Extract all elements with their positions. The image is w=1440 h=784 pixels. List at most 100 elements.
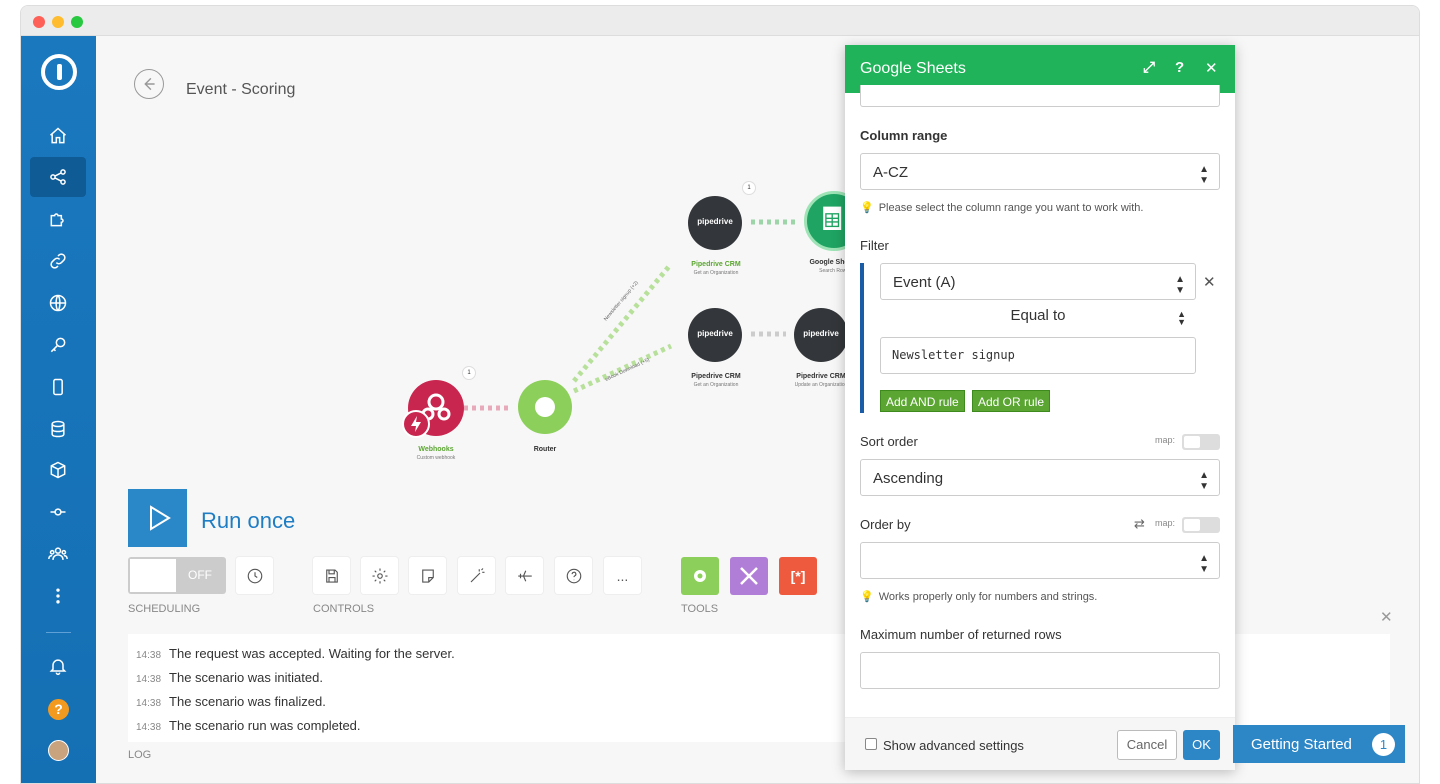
order-by-label: Order by: [860, 517, 911, 532]
cancel-button[interactable]: Cancel: [1117, 730, 1177, 760]
scenarios-icon[interactable]: [30, 157, 86, 197]
count-bubble: 1: [742, 181, 756, 195]
clock-icon[interactable]: [236, 557, 273, 594]
pipedrive-top-sub: Get an Organization: [693, 270, 739, 276]
globe-icon[interactable]: [30, 283, 86, 323]
magic-wand-icon[interactable]: [458, 557, 495, 594]
more-vertical-icon[interactable]: [30, 576, 86, 616]
map-label: map:: [1155, 518, 1176, 528]
column-range-hint: 💡 Please select the column range you want…: [860, 202, 1144, 214]
minimize-window-button[interactable]: [52, 16, 64, 28]
panel-title: Google Sheets: [860, 60, 966, 77]
column-range-label: Column range: [860, 128, 948, 143]
expand-icon[interactable]: ⤢: [1143, 59, 1155, 76]
log-label: LOG: [128, 749, 152, 761]
router-label: Router: [533, 446, 557, 453]
more-icon[interactable]: ...: [604, 557, 641, 594]
advanced-settings-checkbox[interactable]: [865, 738, 877, 750]
remove-filter-icon[interactable]: ✕: [1203, 273, 1216, 291]
airplane-icon[interactable]: [506, 557, 543, 594]
pipedrive-mid-sub: Get an Organization: [693, 382, 739, 388]
webhooks-sub: Custom webhook: [416, 455, 456, 461]
titlebar: [21, 6, 1419, 36]
log-entry: 14:38 The scenario run was completed.: [136, 718, 361, 733]
help-icon[interactable]: ?: [1175, 59, 1184, 76]
pipedrive-mid-label: Pipedrive CRM: [691, 373, 741, 380]
notes-icon[interactable]: [409, 557, 446, 594]
team-icon[interactable]: [30, 534, 86, 574]
bell-icon[interactable]: [30, 646, 86, 686]
puzzle-icon[interactable]: [30, 199, 86, 239]
router-node[interactable]: [518, 380, 572, 434]
route-label-1: Newsletter signup (+2): [603, 280, 640, 323]
getting-started-label: Getting Started: [1251, 736, 1352, 753]
webhooks-label: Webhooks: [418, 446, 454, 453]
log-close-icon[interactable]: ✕: [1380, 608, 1393, 626]
filter-label: Filter: [860, 238, 889, 253]
panel-footer: Show advanced settings Cancel OK: [845, 717, 1235, 770]
mobile-icon[interactable]: [30, 367, 86, 407]
filter-operator-select[interactable]: Equal to ▲ ▼: [880, 307, 1196, 329]
settings-gear-icon[interactable]: [361, 557, 398, 594]
controls-label: CONTROLS: [313, 603, 375, 615]
toggle-state: OFF: [188, 568, 212, 582]
link-icon[interactable]: [30, 241, 86, 281]
filter-field-select[interactable]: Event (A) ▲ ▼: [880, 263, 1196, 300]
route-label-2: eBook Download (+5): [604, 357, 651, 383]
log-entry: 14:38 The scenario was initiated.: [136, 670, 323, 685]
play-icon: [149, 505, 171, 531]
add-and-rule-button[interactable]: Add AND rule: [880, 390, 965, 412]
sort-order-label: Sort order: [860, 434, 918, 449]
refresh-icon[interactable]: ⇄: [1134, 516, 1145, 532]
home-icon[interactable]: [30, 116, 86, 156]
sidebar-divider: [46, 632, 71, 633]
filter-group-bar: [860, 263, 864, 413]
column-range-select[interactable]: A-CZ ▲ ▼: [860, 153, 1220, 190]
scheduling-label: SCHEDULING: [128, 603, 201, 615]
devices-icon[interactable]: [30, 492, 86, 532]
maximize-window-button[interactable]: [71, 16, 83, 28]
sidebar: ?: [21, 36, 96, 783]
sort-map-toggle[interactable]: [1182, 434, 1220, 450]
order-by-select[interactable]: ▲ ▼: [860, 542, 1220, 579]
add-or-rule-button[interactable]: Add OR rule: [972, 390, 1051, 412]
close-icon[interactable]: ✕: [1205, 59, 1218, 77]
module-settings-panel: Google Sheets ⤢ ? ✕ Column range A-CZ ▲ ▼ …: [845, 45, 1235, 770]
tools-label: TOOLS: [681, 603, 719, 615]
instant-trigger-icon: [402, 410, 430, 438]
getting-started-button[interactable]: Getting Started 1: [1233, 725, 1405, 763]
close-window-button[interactable]: [33, 16, 45, 28]
advanced-settings-label[interactable]: Show advanced settings: [883, 738, 1024, 753]
pipedrive-node-top[interactable]: pipedrive: [688, 196, 742, 250]
help-icon[interactable]: ?: [48, 699, 69, 720]
database-icon[interactable]: [30, 409, 86, 449]
flow-control-icon[interactable]: [730, 557, 768, 595]
avatar[interactable]: [48, 740, 69, 761]
log-entry: 14:38 The scenario was finalized.: [136, 694, 326, 709]
sort-order-select[interactable]: Ascending ▲ ▼: [860, 459, 1220, 496]
order-by-hint: 💡 Works properly only for numbers and str…: [860, 591, 1098, 603]
map-label: map:: [1155, 435, 1176, 445]
tools-gear-icon[interactable]: [681, 557, 719, 595]
cube-icon[interactable]: [30, 450, 86, 490]
getting-started-count: 1: [1372, 733, 1395, 756]
run-once-label[interactable]: Run once: [201, 508, 295, 534]
pipedrive-top-label: Pipedrive CRM: [691, 261, 741, 268]
max-rows-label: Maximum number of returned rows: [860, 627, 1062, 642]
ok-button[interactable]: OK: [1183, 730, 1220, 760]
previous-field[interactable]: [860, 85, 1220, 107]
help-circle-icon[interactable]: [555, 557, 592, 594]
text-parser-icon[interactable]: [*]: [779, 557, 817, 595]
pipedrive-node-mid[interactable]: pipedrive: [688, 308, 742, 362]
max-rows-input[interactable]: [860, 652, 1220, 689]
scheduling-toggle[interactable]: OFF: [128, 557, 226, 594]
key-icon[interactable]: [30, 325, 86, 365]
log-entry: 14:38 The request was accepted. Waiting f…: [136, 646, 455, 661]
count-bubble: 1: [462, 366, 476, 380]
pipedrive-node-right[interactable]: pipedrive: [794, 308, 848, 362]
run-once-button[interactable]: [128, 489, 187, 547]
filter-value-input[interactable]: Newsletter signup: [880, 337, 1196, 374]
logo-icon[interactable]: [41, 54, 77, 90]
order-by-map-toggle[interactable]: [1182, 517, 1220, 533]
save-icon[interactable]: [313, 557, 350, 594]
